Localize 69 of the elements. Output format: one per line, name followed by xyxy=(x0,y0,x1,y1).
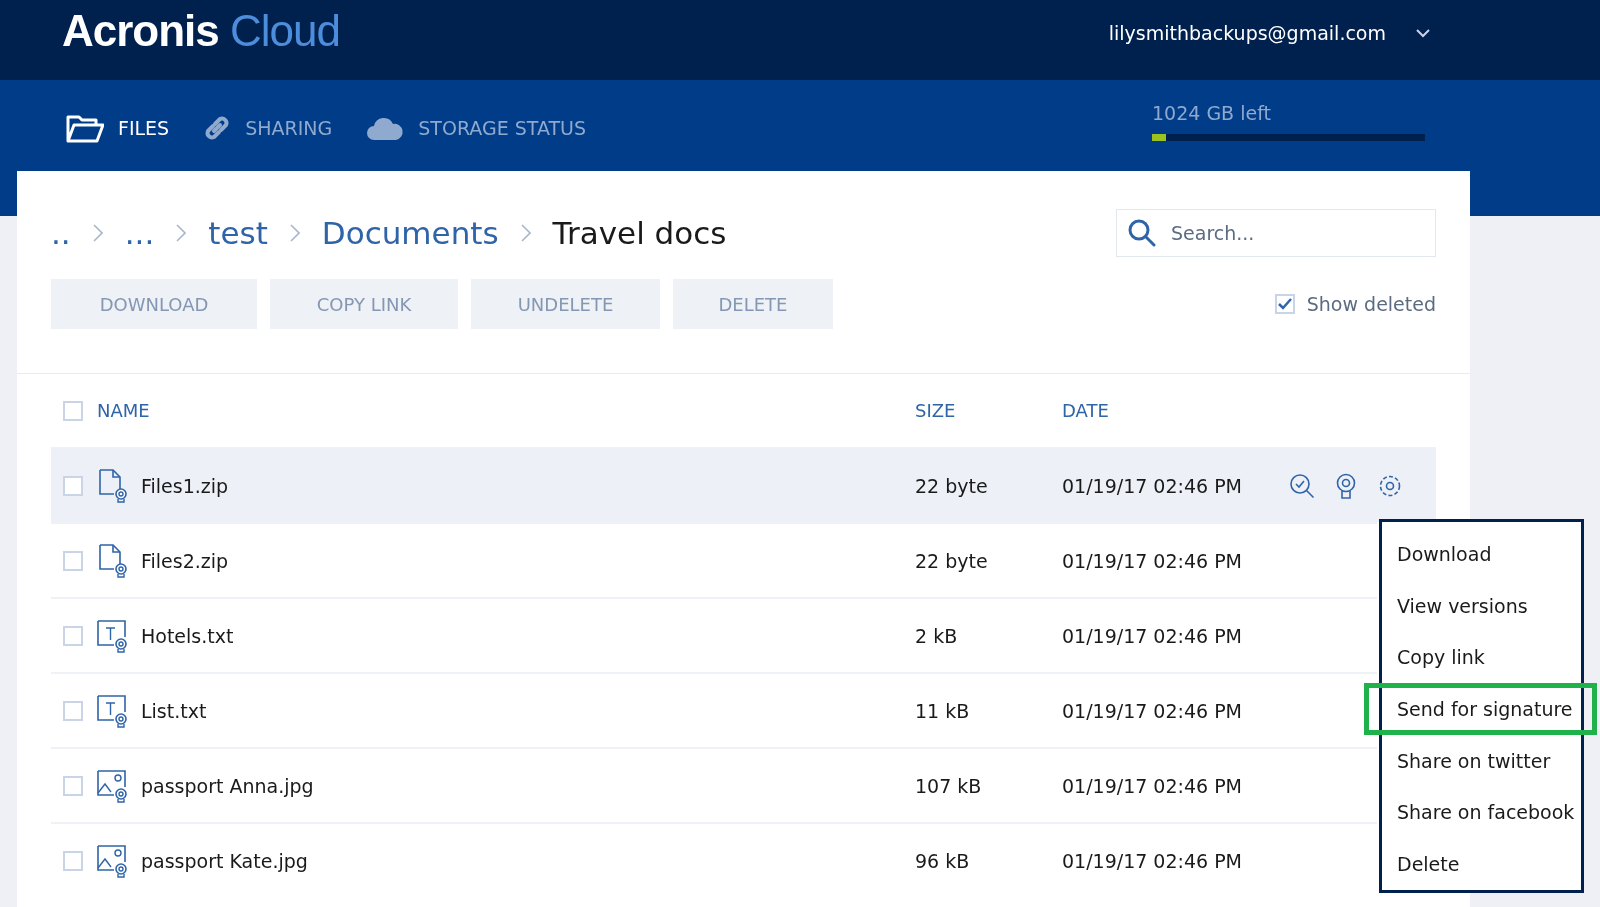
column-header[interactable]: NAME xyxy=(83,400,915,421)
nav-tab[interactable]: FILES xyxy=(66,112,182,143)
file-size: 22 byte xyxy=(915,549,989,572)
column-header[interactable]: DATE xyxy=(1062,400,1277,421)
chevron-right-icon xyxy=(520,224,531,242)
file-size: 96 kB xyxy=(915,849,971,872)
file-row[interactable]: Files2.zip 22 byte 01/19/17 02:46 PM xyxy=(51,522,1377,597)
select-all-checkbox[interactable] xyxy=(63,400,83,421)
menu-item[interactable]: Send for signature xyxy=(1364,683,1597,735)
nav-tab[interactable]: SHARING xyxy=(203,113,345,142)
file-date: 01/19/17 02:46 PM xyxy=(1062,849,1244,872)
row-checkbox[interactable] xyxy=(63,850,83,871)
menu-item[interactable]: Share on twitter xyxy=(1397,734,1551,787)
show-deleted-checkbox[interactable] xyxy=(1274,294,1295,314)
chevron-down-icon[interactable] xyxy=(1416,28,1430,38)
file-row[interactable]: Hotels.txt 2 kB 01/19/17 02:46 PM xyxy=(51,597,1377,672)
chevron-right-icon xyxy=(289,224,300,242)
menu-item[interactable]: Share on facebook xyxy=(1397,786,1575,839)
menu-item[interactable]: Copy link xyxy=(1397,631,1485,683)
image-file-icon xyxy=(97,768,129,803)
file-name: passport Anna.jpg xyxy=(141,774,314,797)
file-name: passport Kate.jpg xyxy=(141,849,308,872)
file-size: 22 byte xyxy=(915,474,989,497)
file-date: 01/19/17 02:46 PM xyxy=(1062,549,1244,572)
file-size: 11 kB xyxy=(915,699,971,722)
cloud-icon xyxy=(366,115,405,140)
row-checkbox[interactable] xyxy=(63,475,83,496)
file-row[interactable]: List.txt 11 kB 01/19/17 02:46 PM xyxy=(51,672,1377,747)
file-name: Files2.zip xyxy=(141,549,229,572)
breadcrumb-item[interactable]: test xyxy=(208,215,268,251)
row-checkbox[interactable] xyxy=(63,625,83,646)
file-name: Files1.zip xyxy=(141,474,229,497)
file-size: 107 kB xyxy=(915,774,983,797)
logo: Acronis Cloud xyxy=(62,6,341,56)
chevron-right-icon xyxy=(176,224,187,242)
file-date: 01/19/17 02:46 PM xyxy=(1062,699,1244,722)
row-checkbox[interactable] xyxy=(63,775,83,796)
file-row[interactable]: Files1.zip 22 byte 01/19/17 02:46 PM xyxy=(51,447,1436,522)
image-file-icon xyxy=(97,843,129,878)
show-deleted-label: Show deleted xyxy=(1306,293,1436,315)
breadcrumb-item: Travel docs xyxy=(552,215,727,251)
search-field[interactable]: Search... xyxy=(1116,209,1436,257)
menu-item[interactable]: View versions xyxy=(1397,579,1528,632)
file-date: 01/19/17 02:46 PM xyxy=(1062,474,1244,497)
file-date: 01/19/17 02:46 PM xyxy=(1062,624,1244,647)
search-icon[interactable] xyxy=(1289,472,1315,499)
file-icon xyxy=(97,543,129,578)
menu-item[interactable]: Download xyxy=(1397,528,1492,580)
badge-icon[interactable] xyxy=(1335,472,1357,499)
row-checkbox[interactable] xyxy=(63,550,83,571)
file-date: 01/19/17 02:46 PM xyxy=(1062,774,1244,797)
breadcrumb-item[interactable]: Documents xyxy=(321,215,499,251)
file-row[interactable]: passport Kate.jpg 96 kB 01/19/17 02:46 PM xyxy=(51,822,1377,897)
column-header[interactable]: SIZE xyxy=(915,400,1062,421)
breadcrumb-item[interactable]: ... xyxy=(124,215,155,251)
account-email[interactable]: lilysmithbackups@gmail.com xyxy=(1108,22,1386,44)
menu-item[interactable]: Delete xyxy=(1397,838,1460,890)
text-file-icon xyxy=(97,618,129,653)
row-checkbox[interactable] xyxy=(63,700,83,721)
file-row[interactable]: passport Anna.jpg 107 kB 01/19/17 02:46 PM xyxy=(51,747,1377,822)
nav-tab[interactable]: STORAGE STATUS xyxy=(366,115,599,140)
text-file-icon xyxy=(97,693,129,728)
file-name: List.txt xyxy=(141,699,207,722)
file-size: 2 kB xyxy=(915,624,959,647)
file-name: Hotels.txt xyxy=(141,624,234,647)
file-icon xyxy=(97,468,129,503)
chevron-right-icon xyxy=(92,224,103,242)
storage-label: 1024 GB left xyxy=(1152,102,1272,124)
breadcrumb-item[interactable]: .. xyxy=(51,215,71,251)
